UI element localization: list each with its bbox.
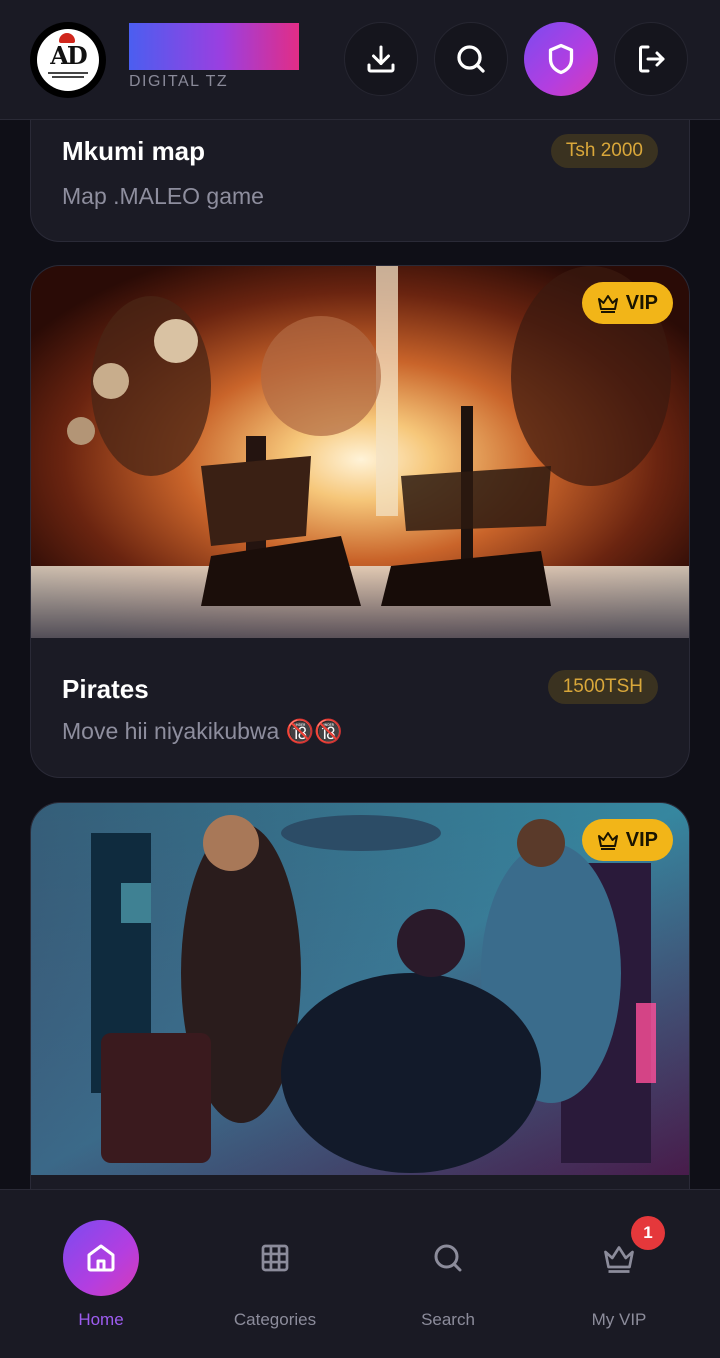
shield-button[interactable]: [524, 22, 598, 96]
price-badge: Tsh 2000: [550, 134, 658, 168]
crown-icon: [597, 832, 618, 850]
nav-label: My VIP: [591, 1310, 647, 1329]
bottom-navigation: Home Categories Search 1 My VIP: [0, 1189, 720, 1358]
crown-icon: [604, 1246, 634, 1273]
scifi-poster-image: [31, 803, 689, 1175]
content-card[interactable]: VIP Pirates 1500TSH Move hii niyakikubwa…: [30, 265, 690, 778]
movie-poster: [31, 803, 689, 1175]
nav-item-my-vip[interactable]: 1 My VIP: [549, 1216, 689, 1330]
pirates-poster-image: [31, 266, 689, 638]
movie-poster: [31, 266, 689, 638]
shield-icon: [548, 43, 574, 75]
logo-badge: AD: [37, 29, 99, 91]
nav-item-home[interactable]: Home: [31, 1220, 171, 1330]
nav-item-categories[interactable]: Categories: [205, 1220, 345, 1330]
card-description: Move hii niyakikubwa 🔞🔞: [62, 718, 343, 744]
logout-icon: [639, 45, 665, 73]
search-icon: [434, 1244, 462, 1272]
content-card[interactable]: VIP: [30, 802, 690, 1222]
logo-mark: AD: [50, 41, 87, 70]
nav-icon-wrapper: [410, 1220, 486, 1296]
notification-badge: 1: [631, 1216, 665, 1250]
price-badge: 1500TSH: [547, 670, 658, 704]
vip-label: VIP: [625, 828, 658, 851]
card-description: Map .MALEO game: [62, 183, 264, 209]
brand-subtitle: DIGITAL TZ: [129, 73, 229, 90]
app-header: AD DIGITAL TZ: [0, 0, 720, 120]
vip-label: VIP: [625, 291, 658, 314]
nav-item-search[interactable]: Search: [378, 1220, 518, 1330]
nav-label: Search: [421, 1310, 475, 1329]
nav-icon-wrapper: [63, 1220, 139, 1296]
logout-button[interactable]: [614, 22, 688, 96]
home-icon: [87, 1244, 115, 1272]
search-icon: [457, 45, 485, 73]
brand-name-banner: [129, 23, 299, 70]
nav-label: Home: [78, 1310, 124, 1329]
download-button[interactable]: [344, 22, 418, 96]
crown-icon: [597, 295, 618, 313]
download-icon: [367, 45, 395, 73]
vip-badge: VIP: [581, 282, 673, 324]
grid-icon: [261, 1244, 289, 1272]
search-button[interactable]: [434, 22, 508, 96]
app-screen: AD DIGITAL TZ Mkumi map Tsh 2000 Map .MA…: [0, 0, 720, 1358]
nav-icon-wrapper: [237, 1220, 313, 1296]
logo-line: [48, 72, 88, 74]
vip-badge: VIP: [581, 819, 673, 861]
card-title: Mkumi map: [62, 136, 206, 166]
brand-logo[interactable]: AD: [30, 22, 106, 98]
nav-label: Categories: [233, 1310, 317, 1329]
logo-line: [52, 76, 84, 78]
card-title: Pirates: [62, 674, 149, 704]
santa-hat-icon: [59, 33, 75, 43]
